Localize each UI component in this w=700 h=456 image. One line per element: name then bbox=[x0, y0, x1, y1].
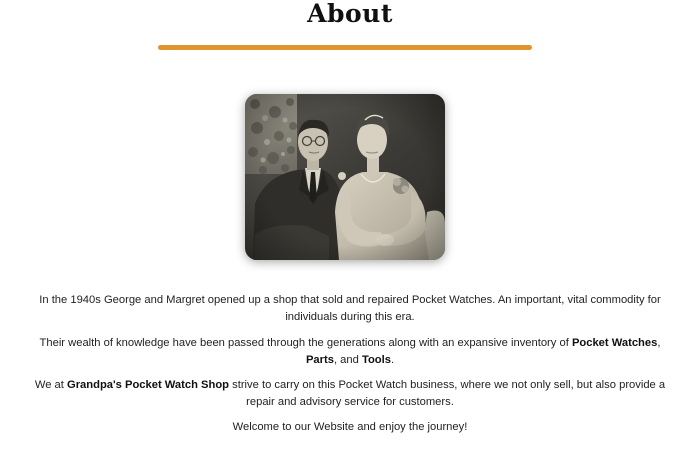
vintage-couple-photo bbox=[245, 94, 445, 260]
inventory-text: Their wealth of knowledge have been pass… bbox=[39, 337, 572, 349]
tools-label: Tools bbox=[361, 354, 391, 366]
separator-text: , and bbox=[333, 354, 362, 366]
intro-paragraph: In the 1940s George and Margret opened u… bbox=[39, 294, 661, 323]
parts-label: Parts bbox=[305, 354, 334, 366]
pocket-watches-label: Pocket Watches bbox=[571, 337, 658, 349]
page-title: About bbox=[307, 0, 393, 28]
shop-name: Grandpa's Pocket Watch Shop bbox=[67, 379, 230, 391]
about-section: About In the 1940s George and Margret op… bbox=[0, 0, 700, 456]
title-divider bbox=[158, 45, 532, 50]
mission-text-start: We at bbox=[34, 379, 67, 391]
mission-text-end: strive to carry on this Pocket Watch bus… bbox=[229, 379, 666, 408]
inventory-paragraph: Their wealth of knowledge have been pass… bbox=[30, 335, 670, 369]
separator-text: , bbox=[657, 337, 661, 349]
period-text: . bbox=[390, 354, 395, 366]
mission-paragraph: We at Grandpa's Pocket Watch Shop strive… bbox=[30, 377, 670, 411]
welcome-paragraph: Welcome to our Website and enjoy the jou… bbox=[232, 421, 468, 433]
